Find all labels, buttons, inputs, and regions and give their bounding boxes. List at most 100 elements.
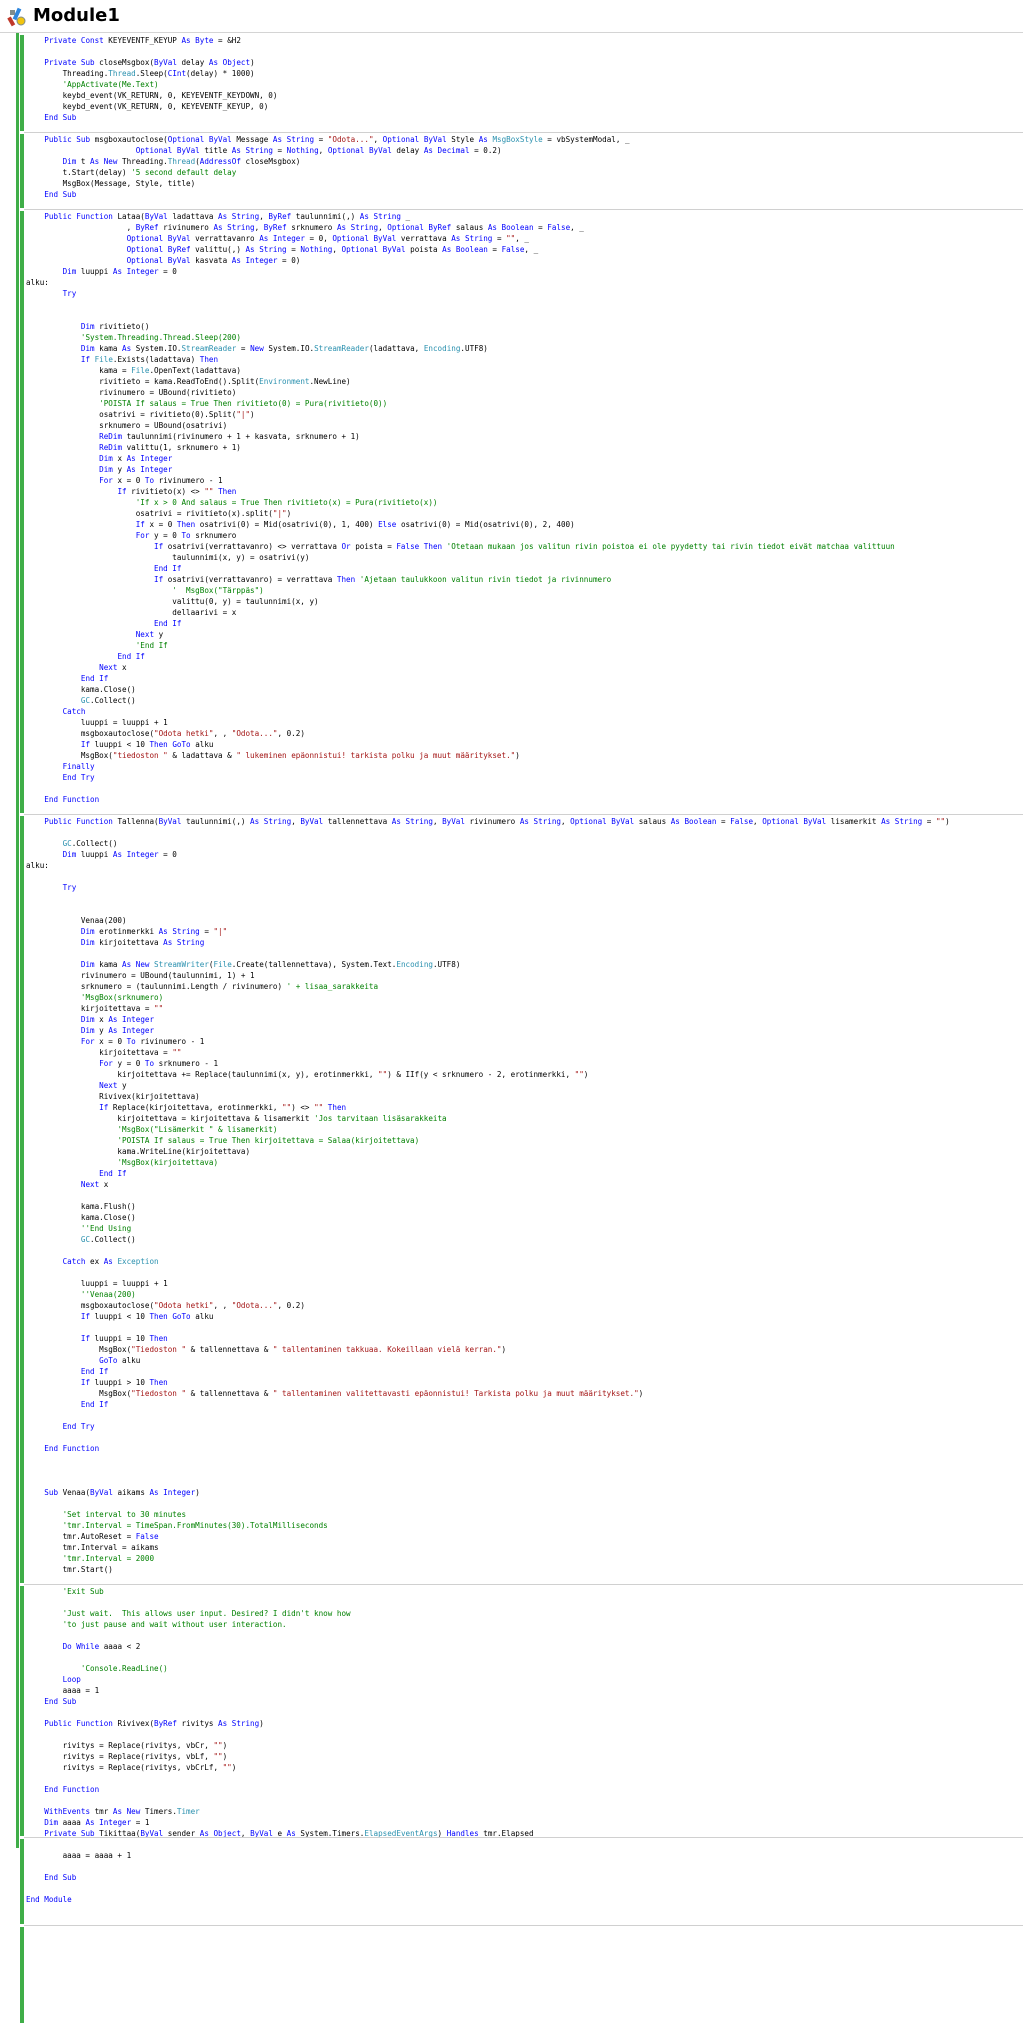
code-line[interactable]: End If: [0, 673, 1023, 684]
code-line[interactable]: osatrivi = rivitieto(x).split("|"): [0, 508, 1023, 519]
code-line[interactable]: msgboxautoclose("Odota hetki", , "Odota.…: [0, 1300, 1023, 1311]
code-line[interactable]: MsgBox("tiedoston " & ladattava & " luke…: [0, 750, 1023, 761]
code-line[interactable]: [0, 1465, 1023, 1476]
code-line[interactable]: For x = 0 To rivinumero - 1: [0, 475, 1023, 486]
code-line[interactable]: [0, 1245, 1023, 1256]
code-line[interactable]: [0, 1498, 1023, 1509]
code-line[interactable]: End If: [0, 651, 1023, 662]
code-line[interactable]: dellaarivi = x: [0, 607, 1023, 618]
code-line[interactable]: For y = 0 To srknumero: [0, 530, 1023, 541]
code-line[interactable]: 'MsgBox(srknumero): [0, 992, 1023, 1003]
code-line[interactable]: 'End If: [0, 640, 1023, 651]
code-line[interactable]: GoTo alku: [0, 1355, 1023, 1366]
code-line[interactable]: Dim x As Integer: [0, 453, 1023, 464]
code-line[interactable]: 'to just pause and wait without user int…: [0, 1619, 1023, 1630]
code-line[interactable]: Catch: [0, 706, 1023, 717]
code-line[interactable]: 'Exit Sub: [0, 1586, 1023, 1597]
code-line[interactable]: ''Venaa(200): [0, 1289, 1023, 1300]
code-line[interactable]: MsgBox("Tiedoston " & tallennettava & " …: [0, 1344, 1023, 1355]
code-line[interactable]: If luuppi = 10 Then: [0, 1333, 1023, 1344]
code-line[interactable]: Optional ByVal kasvata As Integer = 0): [0, 255, 1023, 266]
code-line[interactable]: Private Sub closeMsgbox(ByVal delay As O…: [0, 57, 1023, 68]
code-line[interactable]: MsgBox(Message, Style, title): [0, 178, 1023, 189]
code-line[interactable]: [0, 948, 1023, 959]
code-line[interactable]: alku:: [0, 860, 1023, 871]
code-line[interactable]: Try: [0, 288, 1023, 299]
code-line[interactable]: [0, 1652, 1023, 1663]
code-line[interactable]: End If: [0, 1399, 1023, 1410]
code-line[interactable]: Public Sub msgboxautoclose(Optional ByVa…: [0, 134, 1023, 145]
code-line[interactable]: End If: [0, 1366, 1023, 1377]
code-line[interactable]: tmr.Start(): [0, 1564, 1023, 1575]
code-line[interactable]: 'MsgBox(kirjoitettava): [0, 1157, 1023, 1168]
code-line[interactable]: kirjoitettava += Replace(taulunnimi(x, y…: [0, 1069, 1023, 1080]
code-line[interactable]: 'MsgBox("Lisämerkit " & lisamerkit): [0, 1124, 1023, 1135]
code-line[interactable]: Dim aaaa As Integer = 1: [0, 1817, 1023, 1828]
code-line[interactable]: [0, 46, 1023, 57]
code-line[interactable]: osatrivi = rivitieto(0).Split("|"): [0, 409, 1023, 420]
code-line[interactable]: [0, 1190, 1023, 1201]
code-line[interactable]: End If: [0, 563, 1023, 574]
code-line[interactable]: [0, 1861, 1023, 1872]
code-line[interactable]: Next x: [0, 662, 1023, 673]
code-line[interactable]: t.Start(delay) '5 second default delay: [0, 167, 1023, 178]
code-line[interactable]: End Function: [0, 1784, 1023, 1795]
code-line[interactable]: Try: [0, 882, 1023, 893]
code-line[interactable]: keybd_event(VK_RETURN, 0, KEYEVENTF_KEYD…: [0, 90, 1023, 101]
code-line[interactable]: valittu(0, y) = taulunnimi(x, y): [0, 596, 1023, 607]
code-line[interactable]: Public Function Lataa(ByVal ladattava As…: [0, 211, 1023, 222]
code-line[interactable]: keybd_event(VK_RETURN, 0, KEYEVENTF_KEYU…: [0, 101, 1023, 112]
code-line[interactable]: End If: [0, 1168, 1023, 1179]
code-line[interactable]: Next y: [0, 629, 1023, 640]
code-line[interactable]: Public Function Tallenna(ByVal taulunnim…: [0, 816, 1023, 827]
code-line[interactable]: alku:: [0, 277, 1023, 288]
code-line[interactable]: End Try: [0, 1421, 1023, 1432]
code-line[interactable]: [0, 1322, 1023, 1333]
code-line[interactable]: kama = File.OpenText(ladattava): [0, 365, 1023, 376]
code-line[interactable]: End Function: [0, 794, 1023, 805]
code-line[interactable]: 'POISTA If salaus = True Then rivitieto(…: [0, 398, 1023, 409]
code-line[interactable]: [0, 893, 1023, 904]
code-line[interactable]: ReDim taulunnimi(rivinumero + 1 + kasvat…: [0, 431, 1023, 442]
code-line[interactable]: aaaa = 1: [0, 1685, 1023, 1696]
code-line[interactable]: Loop: [0, 1674, 1023, 1685]
code-line[interactable]: [0, 1883, 1023, 1894]
code-line[interactable]: Dim kama As System.IO.StreamReader = New…: [0, 343, 1023, 354]
code-line[interactable]: Dim luuppi As Integer = 0: [0, 266, 1023, 277]
code-line[interactable]: [0, 904, 1023, 915]
code-line[interactable]: 'tmr.Interval = TimeSpan.FromMinutes(30)…: [0, 1520, 1023, 1531]
code-line[interactable]: [0, 1597, 1023, 1608]
code-line[interactable]: End Sub: [0, 112, 1023, 123]
code-line[interactable]: ''End Using: [0, 1223, 1023, 1234]
code-line[interactable]: 'Console.ReadLine(): [0, 1663, 1023, 1674]
code-line[interactable]: If luuppi > 10 Then: [0, 1377, 1023, 1388]
code-line[interactable]: tmr.Interval = aikams: [0, 1542, 1023, 1553]
code-line[interactable]: If Replace(kirjoitettava, erotinmerkki, …: [0, 1102, 1023, 1113]
code-line[interactable]: MsgBox("Tiedoston " & tallennettava & " …: [0, 1388, 1023, 1399]
code-line[interactable]: taulunnimi(x, y) = osatrivi(y): [0, 552, 1023, 563]
code-line[interactable]: [0, 1630, 1023, 1641]
code-line[interactable]: End Try: [0, 772, 1023, 783]
code-line[interactable]: [0, 1795, 1023, 1806]
code-line[interactable]: GC.Collect(): [0, 838, 1023, 849]
code-line[interactable]: Dim y As Integer: [0, 464, 1023, 475]
code-line[interactable]: 'AppActivate(Me.Text): [0, 79, 1023, 90]
code-line[interactable]: kirjoitettava = "": [0, 1003, 1023, 1014]
code-line[interactable]: Finally: [0, 761, 1023, 772]
code-line[interactable]: kama.WriteLine(kirjoitettava): [0, 1146, 1023, 1157]
code-line[interactable]: kirjoitettava = "": [0, 1047, 1023, 1058]
code-line[interactable]: tmr.AutoReset = False: [0, 1531, 1023, 1542]
code-line[interactable]: Next y: [0, 1080, 1023, 1091]
code-line[interactable]: aaaa = aaaa + 1: [0, 1850, 1023, 1861]
code-line[interactable]: Dim kirjoitettava As String: [0, 937, 1023, 948]
code-line[interactable]: [0, 1773, 1023, 1784]
code-line[interactable]: [0, 1267, 1023, 1278]
code-line[interactable]: [0, 1476, 1023, 1487]
code-line[interactable]: Private Const KEYEVENTF_KEYUP As Byte = …: [0, 35, 1023, 46]
code-line[interactable]: srknumero = UBound(osatrivi): [0, 420, 1023, 431]
code-line[interactable]: GC.Collect(): [0, 695, 1023, 706]
code-line[interactable]: For y = 0 To srknumero - 1: [0, 1058, 1023, 1069]
code-line[interactable]: rivitys = Replace(rivitys, vbCr, ""): [0, 1740, 1023, 1751]
code-line[interactable]: rivinumero = UBound(rivitieto): [0, 387, 1023, 398]
code-line[interactable]: luuppi = luuppi + 1: [0, 717, 1023, 728]
